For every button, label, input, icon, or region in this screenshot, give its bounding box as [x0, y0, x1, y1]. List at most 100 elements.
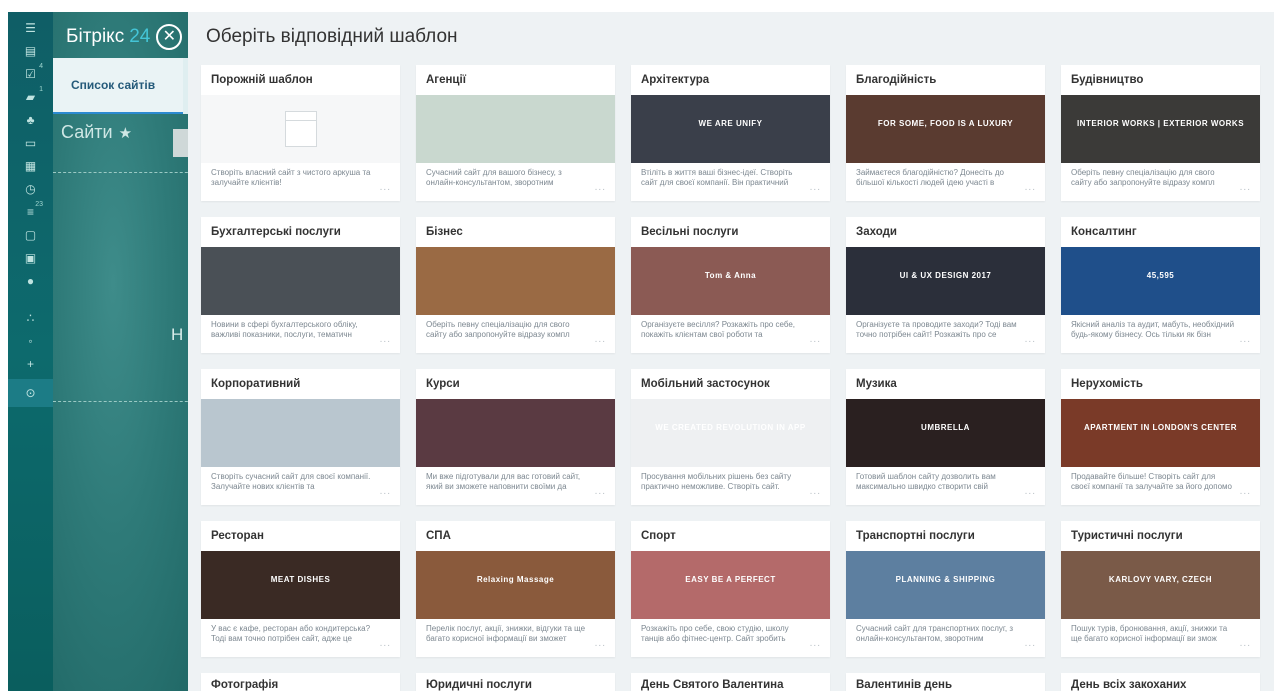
chevron-down-icon[interactable]: ⊙	[8, 379, 53, 407]
more-icon[interactable]: ...	[1025, 638, 1036, 649]
plus-icon[interactable]: +	[8, 352, 53, 375]
messages-badge: 1	[39, 86, 43, 93]
more-icon[interactable]: ...	[595, 334, 606, 345]
template-title: Заходи	[856, 226, 897, 238]
template-card[interactable]: Консалтинг 45,595 Якісний аналіз та аудит,…	[1061, 217, 1260, 353]
template-title: Курси	[426, 378, 460, 390]
more-icon[interactable]: ...	[810, 486, 821, 497]
template-title: Будівництво	[1071, 74, 1144, 86]
preview-caption: Tom & Anna	[704, 271, 757, 280]
more-icon[interactable]: ...	[380, 638, 391, 649]
template-card[interactable]: Будівництво INTERIOR WORKS | EXTERIOR WOR…	[1061, 65, 1260, 201]
template-title: День Святого Валентина	[641, 679, 784, 691]
sites-icon[interactable]: ▢	[8, 223, 53, 246]
messages-icon[interactable]: ▰ 1	[8, 85, 53, 108]
template-card[interactable]: День Святого Валентина	[631, 673, 830, 691]
template-description: Займаєтеся благодійністю? Донесіть до бі…	[856, 168, 1004, 187]
slider-title: Оберіть відповідний шаблон	[206, 26, 458, 47]
template-preview: 45,595	[1061, 247, 1260, 315]
template-preview	[201, 95, 400, 163]
template-description: Оберіть певну спеціалізацію для свого са…	[426, 320, 570, 339]
tab-site-list[interactable]: Список сайтів	[53, 58, 183, 114]
template-card[interactable]: Юридичні послуги	[416, 673, 615, 691]
more-icon[interactable]: ...	[810, 334, 821, 345]
more-icon[interactable]: ...	[1025, 334, 1036, 345]
template-description: Готовий шаблон сайту дозволить вам макси…	[856, 472, 996, 491]
template-card[interactable]: Агенції Сучасний сайт для вашого бізнесу,…	[416, 65, 615, 201]
drive-icon[interactable]: ▭	[8, 131, 53, 154]
template-title: Мобільний застосунок	[641, 378, 770, 390]
template-title: Весільні послуги	[641, 226, 739, 238]
template-preview: EASY BE A PERFECT	[631, 551, 830, 619]
template-description: Створіть власний сайт з чистого аркуша т…	[211, 168, 371, 187]
more-icon[interactable]: ...	[1240, 638, 1251, 649]
preview-caption: WE ARE UNIFY	[698, 119, 763, 128]
template-description: Новини в сфері бухгалтерського обліку, в…	[211, 320, 358, 339]
more-icon[interactable]: ...	[380, 182, 391, 193]
template-preview	[201, 247, 400, 315]
more-icon[interactable]: ...	[380, 334, 391, 345]
template-title: Бізнес	[426, 226, 463, 238]
template-card[interactable]: Фотографія	[201, 673, 400, 691]
more-icon[interactable]: ...	[595, 638, 606, 649]
brand-logo: Бітрікс 24 ✕	[66, 24, 183, 50]
more-icon[interactable]: ...	[810, 182, 821, 193]
template-card[interactable]: Транспортні послуги PLANNING & SHIPPING Су…	[846, 521, 1045, 657]
more-icon[interactable]: ...	[1025, 486, 1036, 497]
template-preview: INTERIOR WORKS | EXTERIOR WORKS	[1061, 95, 1260, 163]
template-description: Просування мобільних рішень без сайту пр…	[641, 472, 792, 491]
menu-icon[interactable]: ☰	[8, 16, 53, 39]
template-card[interactable]: Музика UMBRELLA Готовий шаблон сайту дозво…	[846, 369, 1045, 505]
template-preview: Tom & Anna	[631, 247, 830, 315]
template-card[interactable]: Мобільний застосунок WE CREATED REVOLUTIO…	[631, 369, 830, 505]
dot-icon[interactable]: ◦	[8, 329, 53, 352]
template-card[interactable]: Порожній шаблон Створіть власний сайт з ч…	[201, 65, 400, 201]
close-icon[interactable]: ✕	[156, 24, 183, 50]
template-preview	[416, 399, 615, 467]
template-title: Туристичні послуги	[1071, 530, 1183, 542]
template-title: Консалтинг	[1071, 226, 1137, 238]
template-card[interactable]: Весільні послуги Tom & Anna Організуєте ве…	[631, 217, 830, 353]
chat-icon[interactable]: ▤	[8, 39, 53, 62]
clock-icon[interactable]: ◷	[8, 177, 53, 200]
template-preview	[416, 95, 615, 163]
template-description: У вас є кафе, ресторан або кондитерська?…	[211, 624, 371, 643]
template-card[interactable]: Благодійність FOR SOME, FOOD IS A LUXURY З…	[846, 65, 1045, 201]
more-icon[interactable]: ...	[1240, 486, 1251, 497]
template-card[interactable]: Ресторан MEAT DISHES У вас є кафе, рестора…	[201, 521, 400, 657]
more-icon[interactable]: ...	[810, 638, 821, 649]
template-card[interactable]: Курси Ми вже підготували для вас готовий …	[416, 369, 615, 505]
more-icon[interactable]: ...	[1240, 334, 1251, 345]
more-icon[interactable]: ...	[595, 182, 606, 193]
brand-number: 24	[129, 26, 151, 47]
template-card[interactable]: Бізнес Оберіть певну спеціалізацію для св…	[416, 217, 615, 353]
template-card[interactable]: СПА Relaxing Massage Перелік послуг, акції…	[416, 521, 615, 657]
more-icon[interactable]: ...	[1025, 182, 1036, 193]
structure-icon[interactable]: ∴	[8, 306, 53, 329]
template-preview: KARLOVY VARY, CZECH	[1061, 551, 1260, 619]
template-card[interactable]: Заходи UI & UX DESIGN 2017 Організуєте та …	[846, 217, 1045, 353]
template-card[interactable]: Туристичні послуги KARLOVY VARY, CZECH Пош…	[1061, 521, 1260, 657]
template-card[interactable]: Валентинів день	[846, 673, 1045, 691]
background-page-title: Сайти ★	[61, 122, 132, 143]
more-icon[interactable]: ...	[380, 486, 391, 497]
tasks-icon[interactable]: ☑ 4	[8, 62, 53, 85]
more-icon[interactable]: ●	[8, 269, 53, 292]
template-card[interactable]: Бухгалтерські послуги Новини в сфері бухг…	[201, 217, 400, 353]
more-icon[interactable]: ...	[595, 486, 606, 497]
template-preview: UI & UX DESIGN 2017	[846, 247, 1045, 315]
preview-caption: APARTMENT IN LONDON'S CENTER	[1083, 423, 1238, 432]
calendar-icon[interactable]: ▦	[8, 154, 53, 177]
store-icon[interactable]: ▣	[8, 246, 53, 269]
preview-caption: PLANNING & SHIPPING	[895, 575, 996, 584]
template-card[interactable]: День всіх закоханих	[1061, 673, 1260, 691]
star-icon[interactable]: ★	[119, 124, 132, 142]
template-card[interactable]: Корпоративний Створіть сучасний сайт для …	[201, 369, 400, 505]
filter-icon[interactable]: ≡ 23	[8, 200, 53, 223]
preview-caption: MEAT DISHES	[270, 575, 331, 584]
template-card[interactable]: Спорт EASY BE A PERFECT Розкажіть про себе…	[631, 521, 830, 657]
more-icon[interactable]: ...	[1240, 182, 1251, 193]
template-card[interactable]: Архітектура WE ARE UNIFY Втіліть в життя в…	[631, 65, 830, 201]
users-icon[interactable]: ♣	[8, 108, 53, 131]
template-card[interactable]: Нерухомість APARTMENT IN LONDON'S CENTER П…	[1061, 369, 1260, 505]
